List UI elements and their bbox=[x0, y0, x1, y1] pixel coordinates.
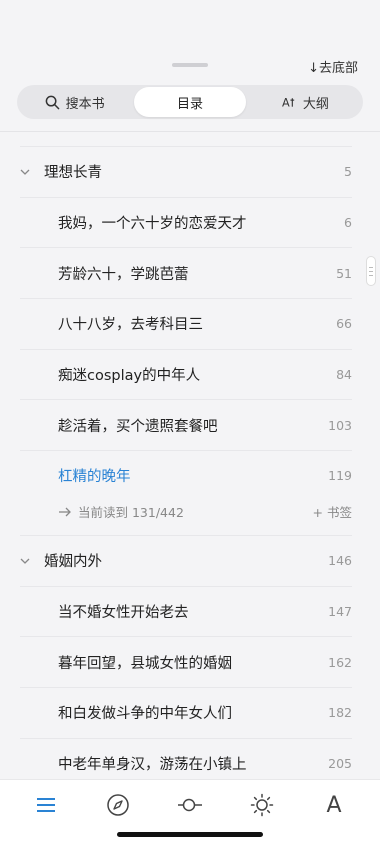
search-icon bbox=[45, 95, 59, 109]
toc-page-number: 84 bbox=[336, 367, 352, 383]
toc-chapter-row[interactable]: 当不婚女性开始老去 147 bbox=[20, 585, 352, 637]
toc-page-number: 147 bbox=[328, 603, 352, 619]
toc-page-number: 205 bbox=[328, 755, 352, 771]
toc-page-number: 182 bbox=[328, 705, 352, 721]
toc-chapter-row[interactable]: 我妈，一个六十岁的恋爱天才 6 bbox=[20, 196, 352, 248]
brightness-icon[interactable] bbox=[242, 785, 282, 825]
toc-page-number: 146 bbox=[328, 553, 352, 569]
toc-chapter-row[interactable]: 暮年回望，县城女性的婚姻 162 bbox=[20, 636, 352, 687]
home-indicator bbox=[117, 832, 263, 837]
toc-chapter-title: 暮年回望，县城女性的婚姻 bbox=[58, 655, 232, 672]
outline-icon: A bbox=[282, 97, 294, 109]
arrow-right-icon bbox=[59, 507, 71, 517]
toc-current-chapter-row[interactable]: 杠精的晚年 119 bbox=[20, 450, 352, 501]
svg-text:A: A bbox=[282, 97, 290, 109]
toc-chapter-row[interactable]: 趁活着，买个遗照套餐吧 103 bbox=[20, 399, 352, 450]
toc-chapter-row[interactable]: 和白发做斗争的中年女人们 182 bbox=[20, 686, 352, 738]
toc-chapter-title: 和白发做斗争的中年女人们 bbox=[58, 706, 232, 723]
toc-page-number: 103 bbox=[328, 417, 352, 433]
tab-contents-label: 目录 bbox=[176, 96, 203, 112]
tab-contents[interactable]: 目录 bbox=[134, 87, 246, 117]
go-to-bottom-link[interactable]: ↓去底部 bbox=[308, 57, 358, 76]
scrollbar-handle[interactable] bbox=[366, 256, 376, 286]
toc-chapter-title: 中老年单身汉，游荡在小镇上 bbox=[58, 756, 247, 773]
compass-icon[interactable] bbox=[98, 785, 138, 825]
toc-segmented-control: 搜本书 目录 A 大纲 bbox=[17, 85, 363, 119]
toc-chapter-row[interactable]: 芳龄六十，学跳芭蕾 51 bbox=[20, 247, 352, 298]
toc-list: 理想长青 5 我妈，一个六十岁的恋爱天才 6 芳龄六十，学跳芭蕾 51 八十八岁… bbox=[0, 146, 380, 788]
add-bookmark-button[interactable]: + 书签 bbox=[313, 502, 352, 521]
toc-page-number: 162 bbox=[328, 654, 352, 670]
toc-section-row[interactable]: 婚姻内外 146 bbox=[20, 534, 352, 586]
toc-chapter-title: 八十八岁，去考科目三 bbox=[58, 317, 203, 334]
tab-outline-label: 大纲 bbox=[302, 96, 329, 112]
toc-chapter-row[interactable]: 八十八岁，去考科目三 66 bbox=[20, 298, 352, 349]
tab-search-book[interactable]: 搜本书 bbox=[19, 87, 130, 117]
toc-chapter-title: 杠精的晚年 bbox=[58, 469, 131, 486]
toc-page-number: 5 bbox=[344, 164, 352, 180]
toc-page-number: 51 bbox=[336, 265, 352, 281]
toc-page-number: 66 bbox=[336, 316, 352, 332]
toc-section-title: 理想长青 bbox=[44, 165, 102, 182]
reading-progress-text: 当前读到 131/442 bbox=[78, 505, 184, 521]
toc-page-number: 6 bbox=[344, 215, 352, 231]
toc-chapter-title: 趁活着，买个遗照套餐吧 bbox=[58, 418, 218, 435]
menu-icon[interactable] bbox=[26, 785, 66, 825]
progress-slider-icon[interactable] bbox=[170, 785, 210, 825]
toc-chapter-title: 当不婚女性开始老去 bbox=[58, 604, 189, 621]
chevron-down-icon[interactable] bbox=[20, 169, 42, 175]
header-divider bbox=[0, 131, 380, 132]
toc-chapter-title: 痴迷cosplay的中年人 bbox=[58, 368, 201, 385]
tab-outline[interactable]: A 大纲 bbox=[250, 87, 361, 117]
toc-chapter-title: 芳龄六十，学跳芭蕾 bbox=[58, 266, 189, 283]
toc-section-title: 婚姻内外 bbox=[44, 554, 102, 571]
sheet-drag-handle[interactable] bbox=[172, 63, 208, 67]
toc-chapter-title: 我妈，一个六十岁的恋爱天才 bbox=[58, 216, 247, 233]
reading-progress-line: 当前读到 131/442 + 书签 bbox=[58, 495, 352, 529]
toc-page-number: 119 bbox=[328, 468, 352, 484]
toc-section-row[interactable]: 理想长青 5 bbox=[20, 146, 352, 197]
tab-search-book-label: 搜本书 bbox=[65, 96, 105, 112]
font-icon[interactable]: A bbox=[314, 785, 354, 825]
chevron-down-icon[interactable] bbox=[20, 558, 42, 564]
toc-chapter-row[interactable]: 痴迷cosplay的中年人 84 bbox=[20, 348, 352, 400]
